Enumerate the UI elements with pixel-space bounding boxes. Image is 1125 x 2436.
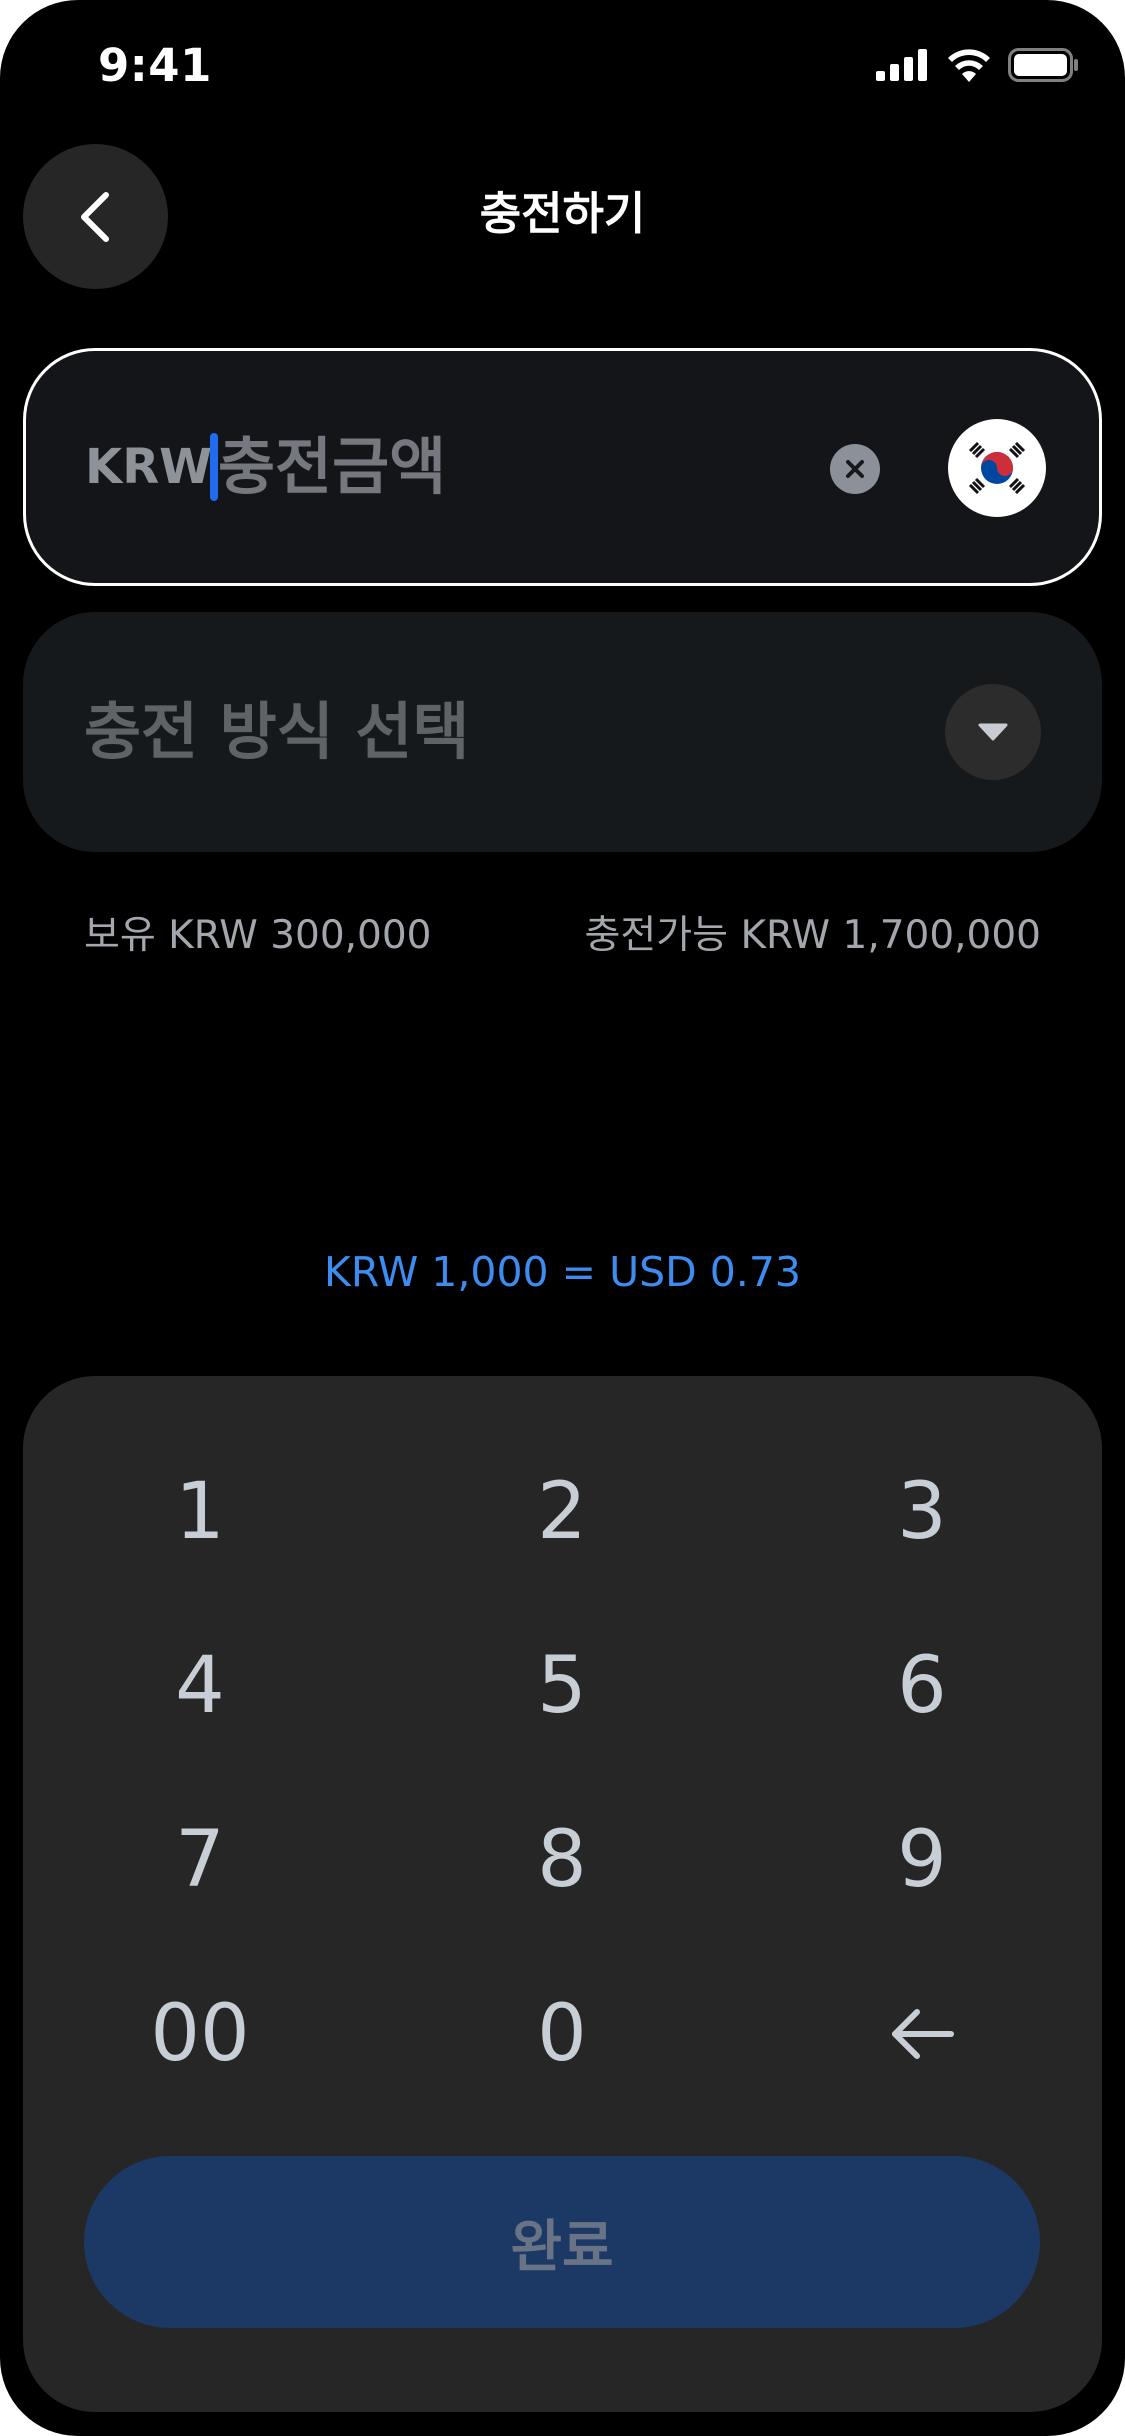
clear-button[interactable] (830, 444, 880, 494)
available-charge: 충전가능 KRW 1,700,000 (584, 913, 1041, 958)
page-title: 충전하기 (479, 187, 646, 240)
key-2[interactable]: 2 (412, 1432, 712, 1592)
phone-screen: 9:41 충전하기 KRW 충전금액 충전 방식 선택 보유 KRW 300,0… (0, 0, 1125, 2436)
backspace-key[interactable] (772, 1954, 1072, 2114)
battery-icon (1008, 48, 1078, 82)
close-icon (846, 460, 864, 478)
amount-input-field[interactable]: KRW 충전금액 (23, 348, 1102, 586)
exchange-rate: KRW 1,000 = USD 0.73 (323, 1248, 801, 1296)
arrow-left-icon (892, 2009, 954, 2059)
number-keypad: 1 2 3 4 5 6 7 8 9 00 0 완료 (23, 1376, 1102, 2412)
status-icons (876, 48, 1080, 82)
key-4[interactable]: 4 (50, 1606, 350, 1766)
key-6[interactable]: 6 (772, 1606, 1072, 1766)
key-7[interactable]: 7 (50, 1780, 350, 1940)
charge-method-select[interactable]: 충전 방식 선택 (23, 612, 1102, 852)
balance-row: 보유 KRW 300,000 충전가능 KRW 1,700,000 (84, 908, 1041, 964)
currency-flag-button[interactable] (948, 419, 1046, 517)
wifi-icon (948, 49, 990, 82)
status-time: 9:41 (98, 39, 212, 92)
caret-down-icon (978, 723, 1008, 741)
amount-placeholder: 충전금액 (218, 430, 447, 503)
cellular-signal-icon (876, 49, 927, 81)
text-caret (210, 433, 218, 501)
key-1[interactable]: 1 (50, 1432, 350, 1592)
key-0[interactable]: 0 (412, 1954, 712, 2114)
key-00[interactable]: 00 (50, 1954, 350, 2114)
held-balance: 보유 KRW 300,000 (84, 913, 432, 958)
key-9[interactable]: 9 (772, 1780, 1072, 1940)
done-button[interactable]: 완료 (84, 2156, 1040, 2328)
currency-code: KRW (85, 439, 213, 495)
charge-method-label: 충전 방식 선택 (84, 695, 470, 768)
south-korea-flag-icon (968, 441, 1026, 495)
key-3[interactable]: 3 (772, 1432, 1072, 1592)
key-5[interactable]: 5 (412, 1606, 712, 1766)
dropdown-button[interactable] (945, 684, 1041, 780)
key-8[interactable]: 8 (412, 1780, 712, 1940)
